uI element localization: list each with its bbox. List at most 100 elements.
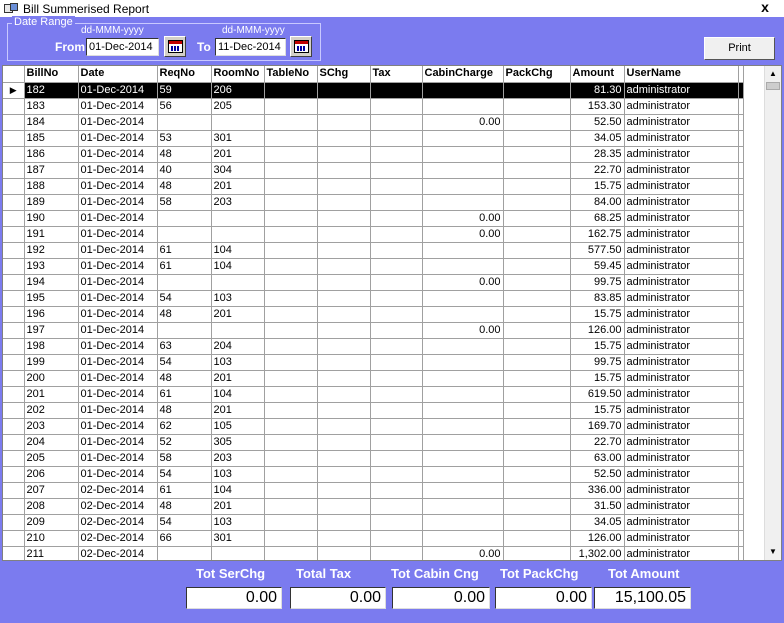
cell-tax[interactable] bbox=[370, 530, 423, 547]
table-row[interactable]: 184 01-Dec-2014 0.00 52.50 administrator bbox=[3, 114, 744, 131]
cell-tax[interactable] bbox=[370, 146, 423, 163]
cell-amount[interactable]: 68.25 bbox=[570, 210, 625, 227]
cell-schg[interactable] bbox=[317, 402, 371, 419]
cell-roomno[interactable]: 304 bbox=[211, 162, 265, 179]
cell-tax[interactable] bbox=[370, 354, 423, 371]
cell-roomno[interactable]: 201 bbox=[211, 402, 265, 419]
cell-schg[interactable] bbox=[317, 98, 371, 115]
cell-reqno[interactable] bbox=[157, 226, 212, 243]
cell-schg[interactable] bbox=[317, 546, 371, 560]
cell-reqno[interactable]: 56 bbox=[157, 98, 212, 115]
row-selector[interactable] bbox=[3, 178, 25, 195]
from-calendar-button[interactable] bbox=[164, 36, 186, 57]
cell-roomno[interactable]: 203 bbox=[211, 194, 265, 211]
cell-billno[interactable]: 185 bbox=[24, 130, 79, 147]
table-row[interactable]: 206 01-Dec-2014 54 103 52.50 administrator bbox=[3, 466, 744, 483]
cell-tableno[interactable] bbox=[264, 530, 318, 547]
cell-tax[interactable] bbox=[370, 130, 423, 147]
cell-username[interactable]: administrator bbox=[624, 242, 739, 259]
cell-cabincharge[interactable]: 0.00 bbox=[422, 210, 504, 227]
cell-tableno[interactable] bbox=[264, 402, 318, 419]
cell-billno[interactable]: 202 bbox=[24, 402, 79, 419]
cell-tax[interactable] bbox=[370, 98, 423, 115]
cell-amount[interactable]: 31.50 bbox=[570, 498, 625, 515]
col-header-schg[interactable]: SChg bbox=[317, 66, 371, 83]
cell-username[interactable]: administrator bbox=[624, 130, 739, 147]
cell-tableno[interactable] bbox=[264, 114, 318, 131]
table-row[interactable]: 208 02-Dec-2014 48 201 31.50 administrator bbox=[3, 498, 744, 515]
cell-tableno[interactable] bbox=[264, 258, 318, 275]
cell-billno[interactable]: 211 bbox=[24, 546, 79, 560]
cell-tax[interactable] bbox=[370, 386, 423, 403]
cell-tax[interactable] bbox=[370, 274, 423, 291]
cell-billno[interactable]: 198 bbox=[24, 338, 79, 355]
cell-amount[interactable]: 59.45 bbox=[570, 258, 625, 275]
row-selector[interactable] bbox=[3, 130, 25, 147]
cell-tableno[interactable] bbox=[264, 354, 318, 371]
cell-packchg[interactable] bbox=[503, 274, 571, 291]
cell-cabincharge[interactable] bbox=[422, 130, 504, 147]
cell-username[interactable]: administrator bbox=[624, 290, 739, 307]
cell-tableno[interactable] bbox=[264, 434, 318, 451]
cell-billno[interactable]: 184 bbox=[24, 114, 79, 131]
cell-username[interactable]: administrator bbox=[624, 178, 739, 195]
cell-schg[interactable] bbox=[317, 210, 371, 227]
cell-username[interactable]: administrator bbox=[624, 114, 739, 131]
cell-roomno[interactable] bbox=[211, 226, 265, 243]
cell-schg[interactable] bbox=[317, 242, 371, 259]
cell-username[interactable]: administrator bbox=[624, 402, 739, 419]
tot-serchg-field[interactable]: 0.00 bbox=[186, 587, 282, 609]
cell-billno[interactable]: 187 bbox=[24, 162, 79, 179]
from-date-field[interactable]: 01-Dec-2014 bbox=[86, 38, 159, 56]
cell-tableno[interactable] bbox=[264, 274, 318, 291]
scroll-up-icon[interactable]: ▲ bbox=[765, 66, 781, 82]
cell-date[interactable]: 01-Dec-2014 bbox=[78, 466, 158, 483]
cell-packchg[interactable] bbox=[503, 466, 571, 483]
cell-date[interactable]: 01-Dec-2014 bbox=[78, 434, 158, 451]
cell-amount[interactable]: 22.70 bbox=[570, 162, 625, 179]
row-selector[interactable] bbox=[3, 162, 25, 179]
cell-amount[interactable]: 99.75 bbox=[570, 274, 625, 291]
cell-roomno[interactable]: 103 bbox=[211, 354, 265, 371]
table-row[interactable]: 200 01-Dec-2014 48 201 15.75 administrator bbox=[3, 370, 744, 387]
row-selector[interactable] bbox=[3, 242, 25, 259]
tot-amount-field[interactable]: 15,100.05 bbox=[594, 587, 691, 609]
cell-date[interactable]: 01-Dec-2014 bbox=[78, 82, 158, 99]
cell-username[interactable]: administrator bbox=[624, 322, 739, 339]
cell-cabincharge[interactable]: 0.00 bbox=[422, 546, 504, 560]
cell-username[interactable]: administrator bbox=[624, 450, 739, 467]
cell-schg[interactable] bbox=[317, 226, 371, 243]
table-row[interactable]: 201 01-Dec-2014 61 104 619.50 administrator bbox=[3, 386, 744, 403]
cell-tax[interactable] bbox=[370, 114, 423, 131]
cell-tableno[interactable] bbox=[264, 386, 318, 403]
cell-tableno[interactable] bbox=[264, 418, 318, 435]
cell-packchg[interactable] bbox=[503, 354, 571, 371]
cell-billno[interactable]: 201 bbox=[24, 386, 79, 403]
cell-billno[interactable]: 189 bbox=[24, 194, 79, 211]
cell-username[interactable]: administrator bbox=[624, 338, 739, 355]
close-icon[interactable]: x bbox=[758, 0, 772, 15]
cell-date[interactable]: 01-Dec-2014 bbox=[78, 386, 158, 403]
row-selector[interactable] bbox=[3, 370, 25, 387]
cell-schg[interactable] bbox=[317, 162, 371, 179]
cell-tableno[interactable] bbox=[264, 370, 318, 387]
cell-packchg[interactable] bbox=[503, 162, 571, 179]
cell-date[interactable]: 02-Dec-2014 bbox=[78, 514, 158, 531]
cell-tax[interactable] bbox=[370, 514, 423, 531]
cell-schg[interactable] bbox=[317, 130, 371, 147]
cell-billno[interactable]: 204 bbox=[24, 434, 79, 451]
cell-amount[interactable]: 169.70 bbox=[570, 418, 625, 435]
cell-tableno[interactable] bbox=[264, 130, 318, 147]
cell-reqno[interactable]: 48 bbox=[157, 498, 212, 515]
table-row[interactable]: 197 01-Dec-2014 0.00 126.00 administrator bbox=[3, 322, 744, 339]
cell-tax[interactable] bbox=[370, 322, 423, 339]
cell-billno[interactable]: 194 bbox=[24, 274, 79, 291]
cell-tax[interactable] bbox=[370, 178, 423, 195]
cell-reqno[interactable] bbox=[157, 274, 212, 291]
cell-tableno[interactable] bbox=[264, 322, 318, 339]
cell-packchg[interactable] bbox=[503, 242, 571, 259]
col-header-tableno[interactable]: TableNo bbox=[264, 66, 318, 83]
cell-tax[interactable] bbox=[370, 546, 423, 560]
table-row[interactable]: 187 01-Dec-2014 40 304 22.70 administrator bbox=[3, 162, 744, 179]
row-selector[interactable] bbox=[3, 466, 25, 483]
